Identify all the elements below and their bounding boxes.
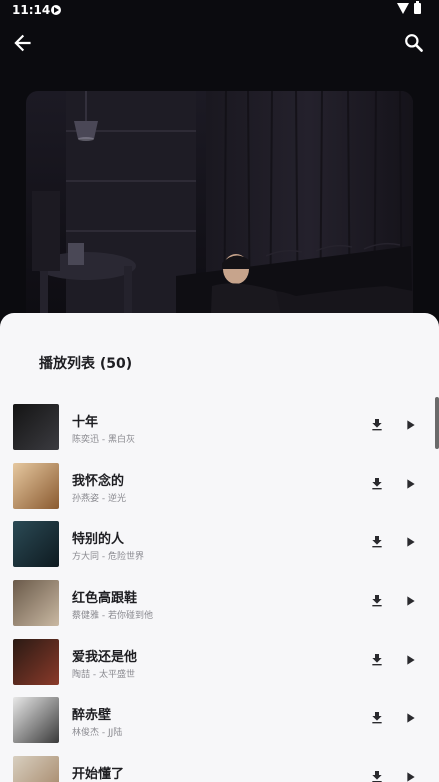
song-title: 红色高跟鞋 bbox=[72, 591, 138, 607]
play-button[interactable] bbox=[402, 710, 418, 726]
scroll-handle[interactable] bbox=[435, 397, 439, 449]
play-icon bbox=[407, 596, 415, 606]
song-artist-album: 陈奕迅 - 黑白灰 bbox=[72, 435, 135, 445]
play-icon bbox=[407, 713, 415, 724]
play-icon bbox=[407, 772, 415, 782]
download-icon bbox=[372, 536, 382, 548]
status-time: 11:14 bbox=[12, 3, 51, 17]
play-icon bbox=[407, 479, 415, 489]
play-button[interactable] bbox=[402, 652, 418, 668]
song-artist-album: 孙燕姿 - 逆光 bbox=[72, 493, 126, 504]
song-row[interactable]: 十年陈奕迅 - 黑白灰 bbox=[0, 399, 439, 458]
song-title: 特别的人 bbox=[72, 532, 125, 548]
download-icon bbox=[372, 653, 382, 666]
song-artist-album: 陶喆 - 太平盛世 bbox=[72, 669, 135, 680]
back-button[interactable] bbox=[10, 30, 36, 56]
screen-record-icon bbox=[51, 5, 61, 15]
song-artist-album: 蔡健雅 - 若你碰到他 bbox=[72, 611, 153, 622]
song-row[interactable]: 红色高跟鞋蔡健雅 - 若你碰到他 bbox=[0, 575, 439, 634]
download-button[interactable] bbox=[369, 417, 385, 433]
song-thumbnail bbox=[13, 756, 59, 782]
download-icon bbox=[372, 771, 382, 782]
song-thumbnail bbox=[13, 462, 59, 509]
song-title: 爱我还是他 bbox=[72, 649, 138, 665]
download-icon bbox=[372, 712, 382, 724]
song-thumbnail bbox=[13, 580, 59, 627]
album-cover: BLACK bbox=[26, 91, 413, 341]
song-row[interactable]: 我怀念的孙燕姿 - 逆光 bbox=[0, 458, 439, 517]
playlist-title: 播放列表 (50) bbox=[39, 356, 133, 372]
song-list: 十年陈奕迅 - 黑白灰我怀念的孙燕姿 - 逆光特别的人方大同 - 危险世界红色高… bbox=[0, 399, 439, 782]
song-row[interactable]: 醉赤壁林俊杰 - JJ陆 bbox=[0, 692, 439, 751]
playlist-sheet: 播放列表 (50) 十年陈奕迅 - 黑白灰我怀念的孙燕姿 - 逆光特别的人方大同… bbox=[0, 313, 439, 782]
song-row[interactable]: 开始懂了 bbox=[0, 751, 439, 782]
system-icons bbox=[397, 1, 429, 17]
song-title: 开始懂了 bbox=[72, 767, 125, 782]
download-button[interactable] bbox=[369, 710, 385, 726]
download-button[interactable] bbox=[369, 652, 385, 668]
battery-icon bbox=[414, 1, 421, 14]
play-button[interactable] bbox=[402, 476, 418, 492]
song-row[interactable]: 爱我还是他陶喆 - 太平盛世 bbox=[0, 634, 439, 693]
play-button[interactable] bbox=[402, 593, 418, 609]
search-icon bbox=[405, 34, 423, 52]
song-row[interactable]: 特别的人方大同 - 危险世界 bbox=[0, 516, 439, 575]
wifi-icon bbox=[397, 3, 409, 14]
download-icon bbox=[372, 419, 382, 431]
song-thumbnail bbox=[13, 697, 59, 744]
download-button[interactable] bbox=[369, 534, 385, 550]
song-artist-album: 林俊杰 - JJ陆 bbox=[72, 728, 123, 739]
play-button[interactable] bbox=[402, 417, 418, 433]
song-thumbnail bbox=[13, 521, 59, 568]
song-title: 醉赤壁 bbox=[72, 708, 112, 724]
status-bar: 11:14 bbox=[0, 0, 439, 20]
song-thumbnail bbox=[13, 638, 59, 685]
download-button[interactable] bbox=[369, 593, 385, 609]
download-icon bbox=[372, 477, 382, 490]
song-title: 十年 bbox=[72, 415, 99, 430]
play-icon bbox=[407, 655, 415, 665]
song-title: 我怀念的 bbox=[72, 473, 125, 489]
back-arrow-icon bbox=[14, 34, 31, 52]
play-button[interactable] bbox=[402, 534, 418, 550]
download-button[interactable] bbox=[369, 476, 385, 492]
play-icon bbox=[407, 537, 415, 548]
play-button[interactable] bbox=[402, 769, 418, 782]
song-artist-album: 方大同 - 危险世界 bbox=[72, 552, 144, 563]
top-bar bbox=[0, 24, 439, 62]
play-icon bbox=[407, 420, 415, 430]
download-icon bbox=[372, 595, 382, 607]
album-cover-art: BLACK bbox=[26, 91, 413, 341]
song-thumbnail bbox=[13, 404, 59, 450]
search-button[interactable] bbox=[401, 30, 427, 56]
download-button[interactable] bbox=[369, 769, 385, 782]
